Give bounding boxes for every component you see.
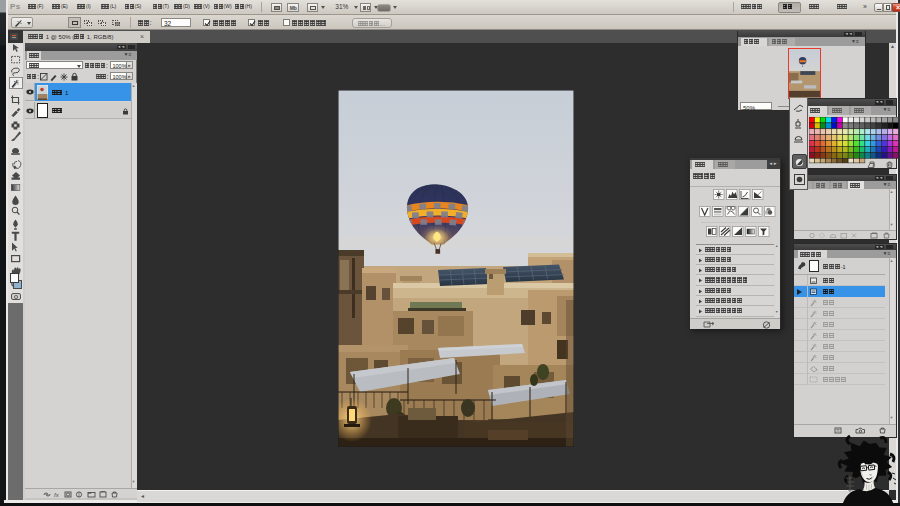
- svg-text:fx: fx: [54, 491, 60, 497]
